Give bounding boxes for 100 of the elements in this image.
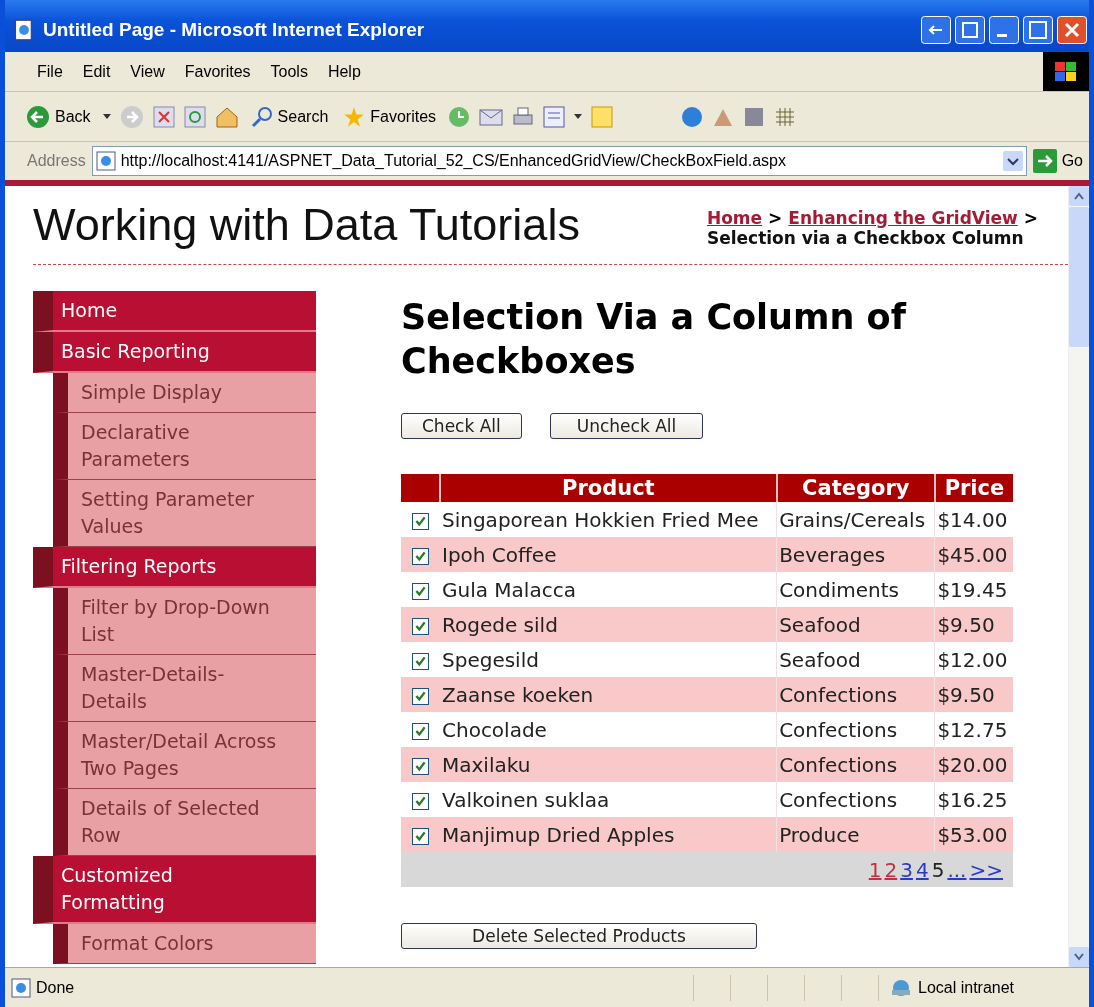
- delete-button[interactable]: Delete Selected Products: [401, 923, 757, 949]
- action-button[interactable]: Uncheck All: [549, 413, 704, 439]
- menu-item[interactable]: Favorites: [174, 62, 261, 81]
- dropdown-arrow-icon[interactable]: [102, 113, 111, 120]
- table-cell: Confections: [776, 712, 935, 747]
- breadcrumb-link[interactable]: Enhancing the GridView: [788, 208, 1018, 228]
- search-button[interactable]: Search: [247, 105, 332, 128]
- page-icon: [13, 19, 35, 41]
- document-icon[interactable]: [543, 105, 566, 128]
- printer-icon[interactable]: [512, 105, 535, 128]
- zone-indicator: Local intranet: [878, 974, 1089, 1001]
- sidebar-item[interactable]: Filter by Drop-Down List: [53, 588, 316, 655]
- minimize-icon[interactable]: [989, 16, 1019, 44]
- search-icon: [250, 105, 273, 128]
- table-cell: $9.50: [934, 607, 1013, 642]
- menu-item[interactable]: Tools: [260, 62, 318, 81]
- address-field[interactable]: http://localhost:4141/ASPNET_Data_Tutorial_52_CS/EnhancedGridView/CheckBoxField.aspx: [91, 146, 1027, 176]
- table-cell: Confections: [776, 677, 935, 712]
- table-cell: $12.75: [934, 712, 1013, 747]
- pager-link[interactable]: 3: [900, 857, 913, 882]
- table-cell: $53.00: [934, 817, 1013, 852]
- sidebar-item[interactable]: Simple Display: [53, 373, 316, 413]
- row-checkbox[interactable]: [412, 617, 429, 635]
- sidebar-section[interactable]: Basic Reporting: [33, 332, 316, 373]
- menu-item[interactable]: File: [27, 62, 73, 81]
- breadcrumb-link[interactable]: Home: [706, 208, 763, 228]
- go-button[interactable]: Go: [1032, 149, 1083, 173]
- status-text: Done: [36, 978, 75, 997]
- table-cell: $19.45: [934, 572, 1013, 607]
- sidebar-item[interactable]: Master/Detail Across Two Pages: [53, 722, 316, 789]
- table-cell: Gula Malacca: [440, 572, 777, 607]
- home-icon[interactable]: [214, 105, 239, 128]
- sidebar-item[interactable]: Details of Selected Row: [53, 789, 316, 856]
- close-icon[interactable]: [1057, 16, 1087, 44]
- grid-icon[interactable]: [774, 105, 797, 128]
- row-checkbox[interactable]: [412, 722, 429, 740]
- dropdown-arrow-icon[interactable]: [574, 113, 583, 120]
- mail-icon[interactable]: [479, 106, 504, 127]
- menu-item[interactable]: Help: [317, 62, 371, 81]
- table-cell: $20.00: [934, 747, 1013, 782]
- table-cell: $16.25: [934, 782, 1013, 817]
- sidebar-section[interactable]: Customized Formatting: [33, 856, 316, 924]
- dropdown-icon[interactable]: [1002, 151, 1023, 171]
- breadcrumb-separator: >: [768, 208, 783, 228]
- favorites-button[interactable]: Favorites: [340, 105, 440, 128]
- action-button[interactable]: Check All: [401, 413, 522, 439]
- scroll-up-button[interactable]: [1069, 186, 1089, 206]
- scroll-down-button[interactable]: [1069, 947, 1089, 967]
- pager-link[interactable]: 2: [884, 857, 898, 882]
- scrollbar-thumb[interactable]: [1069, 207, 1089, 347]
- window-icon[interactable]: [955, 16, 985, 44]
- history-icon[interactable]: [448, 105, 471, 128]
- sidebar-section[interactable]: Home: [33, 291, 316, 332]
- pager-link[interactable]: 1: [868, 857, 882, 882]
- column-header: Product: [440, 474, 777, 502]
- row-checkbox[interactable]: [412, 582, 429, 600]
- table-cell: $45.00: [934, 537, 1013, 572]
- table-cell: Seafood: [776, 607, 935, 642]
- table-cell: $9.50: [934, 677, 1013, 712]
- row-checkbox[interactable]: [412, 792, 429, 810]
- pager-link[interactable]: >>: [969, 857, 1003, 882]
- back-button[interactable]: Back: [23, 104, 94, 129]
- caret-down-icon: [1073, 952, 1085, 962]
- stop-icon[interactable]: [152, 105, 175, 128]
- row-checkbox[interactable]: [412, 547, 429, 565]
- refresh-icon[interactable]: [183, 105, 206, 128]
- row-checkbox[interactable]: [412, 512, 429, 530]
- sidebar-item[interactable]: Format Colors: [53, 924, 316, 964]
- table-cell: Manjimup Dried Apples: [440, 817, 777, 852]
- table-cell: Produce: [776, 817, 935, 852]
- table-cell: Confections: [776, 782, 935, 817]
- table-cell: Spegesild: [440, 642, 777, 677]
- sidebar-item[interactable]: Setting Parameter Values: [53, 480, 316, 547]
- sidebar-section[interactable]: Filtering Reports: [33, 547, 316, 588]
- sidebar-item[interactable]: Declarative Parameters: [53, 413, 316, 480]
- maximize-icon[interactable]: [1023, 16, 1053, 44]
- vertical-scrollbar[interactable]: [1068, 186, 1089, 967]
- header-cell: [401, 474, 440, 502]
- table-cell: Maxilaku: [440, 747, 777, 782]
- restore-icon[interactable]: [921, 16, 951, 44]
- windows-logo-icon: [1043, 52, 1089, 91]
- globe-icon[interactable]: [681, 105, 704, 128]
- sidebar-item[interactable]: Master-Details-Details: [53, 655, 316, 722]
- breadcrumb-current: Selection via a Checkbox Column: [706, 228, 1025, 248]
- row-checkbox[interactable]: [412, 827, 429, 845]
- site-title: Working with Data Tutorials: [33, 199, 580, 251]
- menu-item[interactable]: View: [120, 62, 175, 81]
- window-title: Untitled Page - Microsoft Internet Explorer: [43, 19, 426, 41]
- menu-item[interactable]: Edit: [72, 62, 121, 81]
- caret-up-icon: [1073, 191, 1085, 201]
- table-cell: Seafood: [776, 642, 935, 677]
- table-cell: Singaporean Hokkien Fried Mee: [440, 502, 777, 537]
- pager-link[interactable]: ...: [947, 857, 967, 882]
- row-checkbox[interactable]: [412, 652, 429, 670]
- table-cell: Beverages: [776, 537, 935, 572]
- row-checkbox[interactable]: [412, 687, 429, 705]
- address-label: Address: [27, 152, 86, 170]
- row-checkbox[interactable]: [412, 757, 429, 775]
- pager-link[interactable]: 4: [915, 857, 929, 882]
- table-cell: $14.00: [934, 502, 1013, 537]
